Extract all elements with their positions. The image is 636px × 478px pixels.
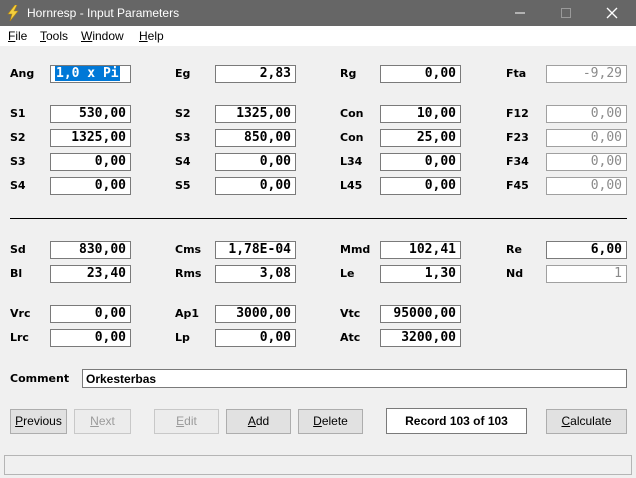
close-button[interactable] [589,0,635,26]
field-f23: 0,00 [546,129,627,147]
field-atc[interactable]: 3200,00 [380,329,461,347]
field-con-2[interactable]: 25,00 [380,129,461,147]
field-s3[interactable]: 0,00 [50,153,131,171]
label-bl: Bl [10,267,23,280]
field-rms[interactable]: 3,08 [215,265,296,283]
field-con-1[interactable]: 10,00 [380,105,461,123]
field-l45[interactable]: 0,00 [380,177,461,195]
section-divider [10,218,627,219]
label-rg: Rg [340,67,357,80]
field-s1[interactable]: 530,00 [50,105,131,123]
label-s3-right: S3 [175,131,191,144]
field-ang-value: 1,0 x Pi [55,66,120,81]
previous-button[interactable]: Previous [10,409,67,434]
label-s2: S2 [10,131,26,144]
label-s2-right: S2 [175,107,191,120]
maximize-button[interactable] [543,0,589,26]
label-s5: S5 [175,179,191,192]
label-l45: L45 [340,179,363,192]
menu-help[interactable]: Help [139,29,164,43]
field-s5[interactable]: 0,00 [215,177,296,195]
field-f45: 0,00 [546,177,627,195]
field-l34[interactable]: 0,00 [380,153,461,171]
minimize-button[interactable] [497,0,543,26]
label-vtc: Vtc [340,307,361,320]
field-s2[interactable]: 1325,00 [50,129,131,147]
field-cms[interactable]: 1,78E-04 [215,241,296,259]
hornresp-window: Hornresp - Input Parameters File Tools W… [0,0,636,478]
label-sd: Sd [10,243,26,256]
label-re: Re [506,243,522,256]
field-ap1[interactable]: 3000,00 [215,305,296,323]
label-s3: S3 [10,155,26,168]
label-le: Le [340,267,355,280]
add-button[interactable]: Add [226,409,291,434]
window-title: Hornresp - Input Parameters [27,6,180,20]
menu-file[interactable]: File [8,29,27,43]
label-s4: S4 [10,179,26,192]
status-bar [4,455,632,475]
title-bar[interactable]: Hornresp - Input Parameters [0,0,636,26]
field-bl[interactable]: 23,40 [50,265,131,283]
label-f12: F12 [506,107,529,120]
field-rg[interactable]: 0,00 [380,65,461,83]
menu-window[interactable]: Window [81,29,124,43]
field-s3-right[interactable]: 850,00 [215,129,296,147]
close-icon [606,7,618,19]
label-ap1: Ap1 [175,307,200,320]
menu-bar: File Tools Window Help [0,26,636,46]
calculate-button[interactable]: Calculate [546,409,627,434]
menu-tools[interactable]: Tools [40,29,68,43]
label-eg: Eg [175,67,191,80]
label-s4-right: S4 [175,155,191,168]
label-fta: Fta [506,67,527,80]
field-lrc[interactable]: 0,00 [50,329,131,347]
field-eg[interactable]: 2,83 [215,65,296,83]
label-lrc: Lrc [10,331,29,344]
field-vrc[interactable]: 0,00 [50,305,131,323]
edit-button[interactable]: Edit [154,409,219,434]
label-f45: F45 [506,179,529,192]
label-vrc: Vrc [10,307,31,320]
minimize-icon [515,12,525,14]
comment-field[interactable]: Orkesterbas [82,369,627,388]
field-f12: 0,00 [546,105,627,123]
field-f34: 0,00 [546,153,627,171]
label-s1: S1 [10,107,26,120]
next-button[interactable]: Next [74,409,131,434]
delete-button[interactable]: Delete [298,409,363,434]
field-fta: -9,29 [546,65,627,83]
label-l34: L34 [340,155,363,168]
label-atc: Atc [340,331,361,344]
field-nd: 1 [546,265,627,283]
label-nd: Nd [506,267,524,280]
label-rms: Rms [175,267,202,280]
label-ang: Ang [10,67,35,80]
field-sd[interactable]: 830,00 [50,241,131,259]
field-s4-right[interactable]: 0,00 [215,153,296,171]
lightning-bolt-icon [7,5,19,21]
field-mmd[interactable]: 102,41 [380,241,461,259]
field-s4[interactable]: 0,00 [50,177,131,195]
label-f23: F23 [506,131,529,144]
field-vtc[interactable]: 95000,00 [380,305,461,323]
label-cms: Cms [175,243,202,256]
label-comment: Comment [10,372,70,385]
maximize-icon [561,8,571,18]
field-le[interactable]: 1,30 [380,265,461,283]
label-con-1: Con [340,107,364,120]
label-con-2: Con [340,131,364,144]
label-lp: Lp [175,331,190,344]
field-ang[interactable]: 1,0 x Pi [50,65,131,83]
label-mmd: Mmd [340,243,371,256]
field-s2-right[interactable]: 1325,00 [215,105,296,123]
field-lp[interactable]: 0,00 [215,329,296,347]
field-re[interactable]: 6,00 [546,241,627,259]
label-f34: F34 [506,155,529,168]
record-indicator: Record 103 of 103 [386,408,527,434]
